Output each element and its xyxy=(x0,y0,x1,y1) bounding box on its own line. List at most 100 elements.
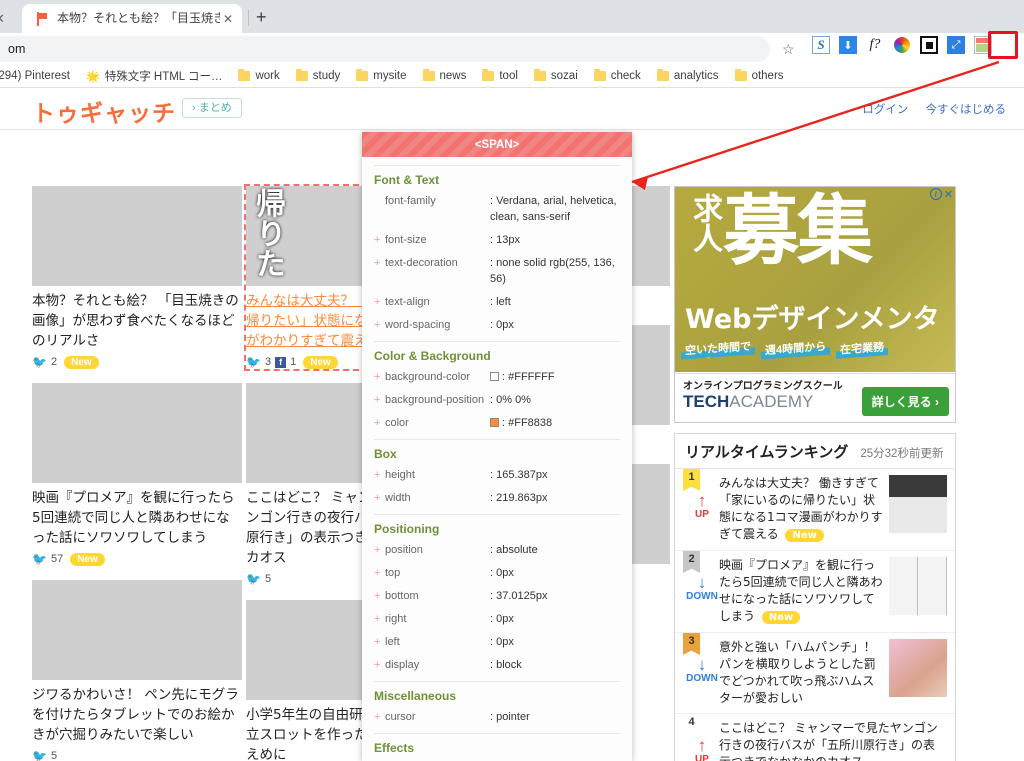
resize-extension-icon[interactable]: ⤢ xyxy=(947,36,965,54)
property-row[interactable]: + text-align : left xyxy=(374,294,620,310)
property-row[interactable]: + bottom : 37.0125px xyxy=(374,588,620,604)
ranking-title-text[interactable]: 意外と強い「ハムパンチ」！ パンを横取りしようとした罰でどつかれて吹っ飛ぶハムス… xyxy=(719,639,889,707)
expand-icon[interactable]: + xyxy=(374,317,385,333)
property-row[interactable]: + top : 0px xyxy=(374,565,620,581)
card-thumbnail[interactable] xyxy=(32,580,242,680)
bookmark-folder-work[interactable]: work xyxy=(238,69,280,82)
card-meta: 🐦 5 xyxy=(32,749,242,761)
expand-icon[interactable]: + xyxy=(374,369,385,385)
card-thumbnail[interactable] xyxy=(32,186,242,286)
card-item[interactable]: ジワるかわいさ！ ペン先にモグラを付けたらタブレットでのお絵かきが穴掘りみたいで… xyxy=(32,580,242,761)
bookmark-folder-others[interactable]: others xyxy=(734,69,784,82)
ranking-row[interactable]: 4 ↑ UP ここはどこ？ ミャンマーで見たヤンゴン行きの夜行バスが「五所川原行… xyxy=(675,714,955,761)
property-row[interactable]: + word-spacing : 0px xyxy=(374,317,620,333)
property-row[interactable]: + height : 165.387px xyxy=(374,467,620,483)
card-title[interactable]: ジワるかわいさ！ ペン先にモグラを付けたらタブレットでのお絵かきが穴掘りみたいで… xyxy=(32,685,242,745)
bookmark-folder-check[interactable]: check xyxy=(593,69,641,82)
property-row[interactable]: + color : #FF8838 xyxy=(374,415,620,431)
rank-number: 2 xyxy=(683,551,700,573)
expand-icon[interactable]: + xyxy=(374,611,385,627)
bookmark-folder-news[interactable]: news xyxy=(422,69,466,82)
download-extension-icon[interactable]: ⬇ xyxy=(839,36,857,54)
expand-icon[interactable]: + xyxy=(374,415,385,431)
tab-partial[interactable]: ✕ xyxy=(0,4,16,33)
expand-icon[interactable]: + xyxy=(374,392,385,408)
expand-icon[interactable]: + xyxy=(374,467,385,483)
expand-icon[interactable]: + xyxy=(374,490,385,506)
ad-close-icon[interactable]: ✕ xyxy=(944,188,953,201)
property-name: cursor xyxy=(385,711,416,723)
expand-icon[interactable]: + xyxy=(374,542,385,558)
property-row[interactable]: + cursor : pointer xyxy=(374,709,620,725)
close-icon[interactable]: ✕ xyxy=(223,12,233,26)
ranking-rank-block: 2 ↓ DOWN xyxy=(683,551,719,626)
bookmark-folder-sozai[interactable]: sozai xyxy=(533,69,578,82)
ad-banner[interactable]: 求人 募集 Webデザインメンター 空いた時間で 週4時間から 在宅業務 xyxy=(675,187,955,374)
ranking-row[interactable]: 3 ↓ DOWN 意外と強い「ハムパンチ」！ パンを横取りしようとした罰でどつか… xyxy=(675,633,955,714)
property-name: word-spacing xyxy=(385,319,451,331)
bookmark-item[interactable]: 1294) Pinterest xyxy=(0,70,70,82)
ranking-thumbnail[interactable] xyxy=(889,557,947,615)
expand-icon[interactable]: + xyxy=(374,565,385,581)
expand-icon[interactable]: + xyxy=(374,588,385,604)
bookmark-folder-study[interactable]: study xyxy=(295,69,340,82)
property-row[interactable]: + background-position : 0% 0% xyxy=(374,392,620,408)
card-title[interactable]: 映画『プロメア』を観に行ったら5回連続で同じ人と隣あわせになった話にソワソワして… xyxy=(32,488,242,548)
property-row[interactable]: + left : 0px xyxy=(374,634,620,650)
expand-icon[interactable]: + xyxy=(374,232,385,248)
ranking-row[interactable]: 2 ↓ DOWN 映画『プロメア』を観に行ったら5回連続で同じ人と隣あわせになっ… xyxy=(675,551,955,633)
ranking-thumbnail[interactable] xyxy=(889,475,947,533)
ranking-title-text[interactable]: 映画『プロメア』を観に行ったら5回連続で同じ人と隣あわせになった話にソワソワして… xyxy=(719,557,889,626)
css-inspector-panel[interactable]: <SPAN> Font & Text + font-family : Verda… xyxy=(362,132,632,761)
tab-active[interactable]: 本物？それとも絵？「目玉焼きの画 ✕ xyxy=(22,4,242,33)
expand-icon[interactable]: + xyxy=(374,634,385,650)
ad-cta-button[interactable]: 詳しく見る › xyxy=(861,387,949,416)
card-item[interactable]: 本物？それとも絵？ 「目玉焼きの画像」が思わず食べたくなるほどのリアルさ 🐦 2… xyxy=(32,186,242,369)
property-row[interactable]: + text-decoration : none solid rgb(255, … xyxy=(374,255,620,287)
property-value-text: : #FFFFFF xyxy=(502,371,555,383)
bookmark-label: check xyxy=(610,70,641,82)
bookmark-folder-analytics[interactable]: analytics xyxy=(656,69,719,82)
new-tab-button[interactable]: + xyxy=(256,7,267,27)
color-picker-extension-icon[interactable] xyxy=(893,36,911,54)
card-item[interactable]: 映画『プロメア』を観に行ったら5回連続で同じ人と隣あわせになった話にソワソワして… xyxy=(32,383,242,566)
browser-chrome: ✕ 本物？それとも絵？「目玉焼きの画 ✕ + om ☆ S ⬇ f? ⤢ 129… xyxy=(0,0,1024,88)
property-row[interactable]: + position : absolute xyxy=(374,542,620,558)
advertisement[interactable]: i ✕ 求人 募集 Webデザインメンター 空いた時間で 週4時間から 在宅業務… xyxy=(674,186,956,423)
expand-icon[interactable]: + xyxy=(374,294,385,310)
expand-icon[interactable]: + xyxy=(374,657,385,673)
property-row[interactable]: + font-family : Verdana, arial, helvetic… xyxy=(374,193,620,225)
login-link[interactable]: ログイン xyxy=(862,104,908,116)
property-name: display xyxy=(385,659,420,671)
bookmark-item[interactable]: 🌟 特殊文字 HTML コー… xyxy=(86,68,222,84)
bookmark-folder-mysite[interactable]: mysite xyxy=(356,69,407,82)
property-row[interactable]: + background-color : #FFFFFF xyxy=(374,369,620,385)
property-row[interactable]: + right : 0px xyxy=(374,611,620,627)
card-title[interactable]: 本物？それとも絵？ 「目玉焼きの画像」が思わず食べたくなるほどのリアルさ xyxy=(32,291,242,351)
expand-icon[interactable]: + xyxy=(374,709,385,725)
property-row[interactable]: + display : block xyxy=(374,657,620,673)
address-bar[interactable]: om xyxy=(0,36,770,62)
ranking-title-text[interactable]: みんなは大丈夫？ 働きすぎて「家にいるのに帰りたい」状態になる1コマ漫画がわかり… xyxy=(719,475,889,544)
bookmark-folder-tool[interactable]: tool xyxy=(482,69,518,82)
s-extension-icon[interactable]: S xyxy=(812,36,830,54)
matome-button[interactable]: › まとめ xyxy=(182,98,242,118)
tab-title: 本物？それとも絵？「目玉焼きの画 xyxy=(57,11,220,25)
property-value: : absolute xyxy=(490,544,538,556)
ranking-thumbnail[interactable] xyxy=(889,639,947,697)
square-extension-icon[interactable] xyxy=(920,36,938,54)
property-row[interactable]: + width : 219.863px xyxy=(374,490,620,506)
start-now-link[interactable]: 今すぐはじめる xyxy=(926,104,1007,116)
property-row[interactable]: + font-size : 13px xyxy=(374,232,620,248)
ranking-title-text[interactable]: ここはどこ？ ミャンマーで見たヤンゴン行きの夜行バスが「五所川原行き」の表示つき… xyxy=(719,720,947,761)
ad-info-icon[interactable]: i xyxy=(929,188,942,200)
site-logo[interactable]: トゥギャッチ xyxy=(32,94,176,128)
ad-brand-strong: TECH xyxy=(683,392,730,411)
expand-icon[interactable]: + xyxy=(374,255,385,287)
close-icon[interactable]: ✕ xyxy=(0,11,5,27)
extension-toolbar: S ⬇ f? ⤢ xyxy=(812,36,992,54)
card-thumbnail[interactable] xyxy=(32,383,242,483)
bookmark-star-icon[interactable]: ☆ xyxy=(782,42,795,56)
ranking-row[interactable]: 1 ↑ UP みんなは大丈夫？ 働きすぎて「家にいるのに帰りたい」状態になる1コ… xyxy=(675,469,955,551)
f-question-extension-icon[interactable]: f? xyxy=(866,36,884,54)
